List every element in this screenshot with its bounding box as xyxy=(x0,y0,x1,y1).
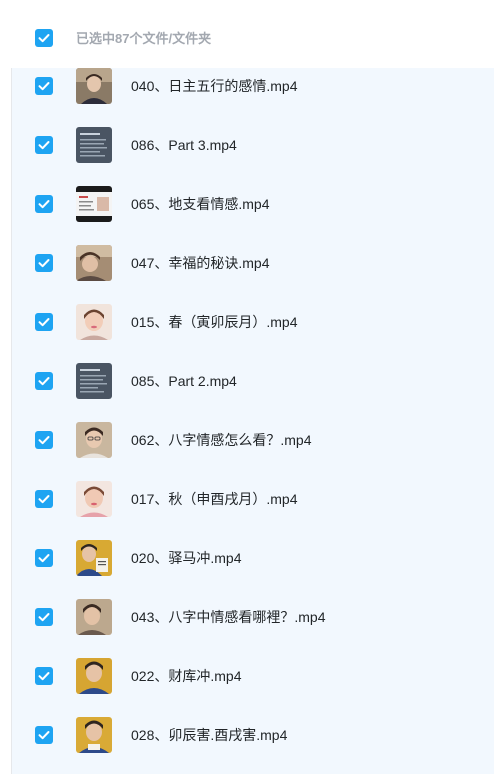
video-thumbnail-slide xyxy=(76,363,112,399)
file-row[interactable]: 040、日主五行的感情.mp4 xyxy=(12,68,494,127)
row-checkbox[interactable] xyxy=(35,667,53,685)
video-thumbnail-person xyxy=(76,599,112,635)
video-thumbnail-person xyxy=(76,245,112,281)
checkmark-icon xyxy=(38,436,50,445)
checkmark-icon xyxy=(38,377,50,386)
file-row[interactable]: 062、八字情感怎么看？.mp4 xyxy=(12,422,494,481)
file-name[interactable]: 022、财库冲.mp4 xyxy=(131,666,241,686)
checkmark-icon xyxy=(38,672,50,681)
video-thumbnail-person xyxy=(76,422,112,458)
checkmark-icon xyxy=(38,318,50,327)
video-thumbnail-person xyxy=(76,717,112,753)
video-thumbnail-document xyxy=(76,186,112,222)
file-list: 040、日主五行的感情.mp4 086、Part 3.mp4 065、地支看情感… xyxy=(12,68,494,774)
file-row[interactable]: 015、春（寅卯辰月）.mp4 xyxy=(12,304,494,363)
file-name[interactable]: 062、八字情感怎么看？.mp4 xyxy=(131,430,311,450)
video-thumbnail-slide xyxy=(76,127,112,163)
checkmark-icon xyxy=(38,731,50,740)
row-checkbox[interactable] xyxy=(35,608,53,626)
row-checkbox[interactable] xyxy=(35,77,53,95)
video-thumbnail-person xyxy=(76,658,112,694)
checkmark-icon xyxy=(38,613,50,622)
checkmark-icon xyxy=(38,82,50,91)
file-row[interactable]: 086、Part 3.mp4 xyxy=(12,127,494,186)
selection-count-label: 已选中87个文件/文件夹 xyxy=(76,31,212,46)
file-name[interactable]: 017、秋（申酉戌月）.mp4 xyxy=(131,489,297,509)
file-row[interactable]: 020、驿马冲.mp4 xyxy=(12,540,494,599)
checkmark-icon xyxy=(38,141,50,150)
row-checkbox[interactable] xyxy=(35,313,53,331)
file-row[interactable]: 022、财库冲.mp4 xyxy=(12,658,494,717)
checkmark-icon xyxy=(38,200,50,209)
checkmark-icon xyxy=(38,34,50,43)
selection-header: 已选中87个文件/文件夹 xyxy=(0,0,494,68)
row-checkbox[interactable] xyxy=(35,490,53,508)
video-thumbnail-person xyxy=(76,304,112,340)
file-row[interactable]: 047、幸福的秘诀.mp4 xyxy=(12,245,494,304)
checkmark-icon xyxy=(38,554,50,563)
file-name[interactable]: 015、春（寅卯辰月）.mp4 xyxy=(131,312,297,332)
file-row[interactable]: 028、卯辰害.酉戌害.mp4 xyxy=(12,717,494,776)
checkmark-icon xyxy=(38,495,50,504)
file-name[interactable]: 043、八字中情感看哪裡？.mp4 xyxy=(131,607,325,627)
video-thumbnail-person xyxy=(76,540,112,576)
video-thumbnail-person xyxy=(76,68,112,104)
row-checkbox[interactable] xyxy=(35,195,53,213)
row-checkbox[interactable] xyxy=(35,549,53,567)
file-row[interactable]: 085、Part 2.mp4 xyxy=(12,363,494,422)
row-checkbox[interactable] xyxy=(35,431,53,449)
file-name[interactable]: 086、Part 3.mp4 xyxy=(131,135,237,155)
video-thumbnail-person xyxy=(76,481,112,517)
checkmark-icon xyxy=(38,259,50,268)
select-all-checkbox[interactable] xyxy=(35,29,53,47)
file-name[interactable]: 047、幸福的秘诀.mp4 xyxy=(131,253,269,273)
file-row[interactable]: 065、地支看情感.mp4 xyxy=(12,186,494,245)
file-name[interactable]: 065、地支看情感.mp4 xyxy=(131,194,269,214)
row-checkbox[interactable] xyxy=(35,254,53,272)
row-checkbox[interactable] xyxy=(35,372,53,390)
row-checkbox[interactable] xyxy=(35,136,53,154)
file-row[interactable]: 043、八字中情感看哪裡？.mp4 xyxy=(12,599,494,658)
file-name[interactable]: 040、日主五行的感情.mp4 xyxy=(131,76,297,96)
file-name[interactable]: 028、卯辰害.酉戌害.mp4 xyxy=(131,725,287,745)
file-row[interactable]: 017、秋（申酉戌月）.mp4 xyxy=(12,481,494,540)
row-checkbox[interactable] xyxy=(35,726,53,744)
file-name[interactable]: 020、驿马冲.mp4 xyxy=(131,548,241,568)
file-name[interactable]: 085、Part 2.mp4 xyxy=(131,371,237,391)
